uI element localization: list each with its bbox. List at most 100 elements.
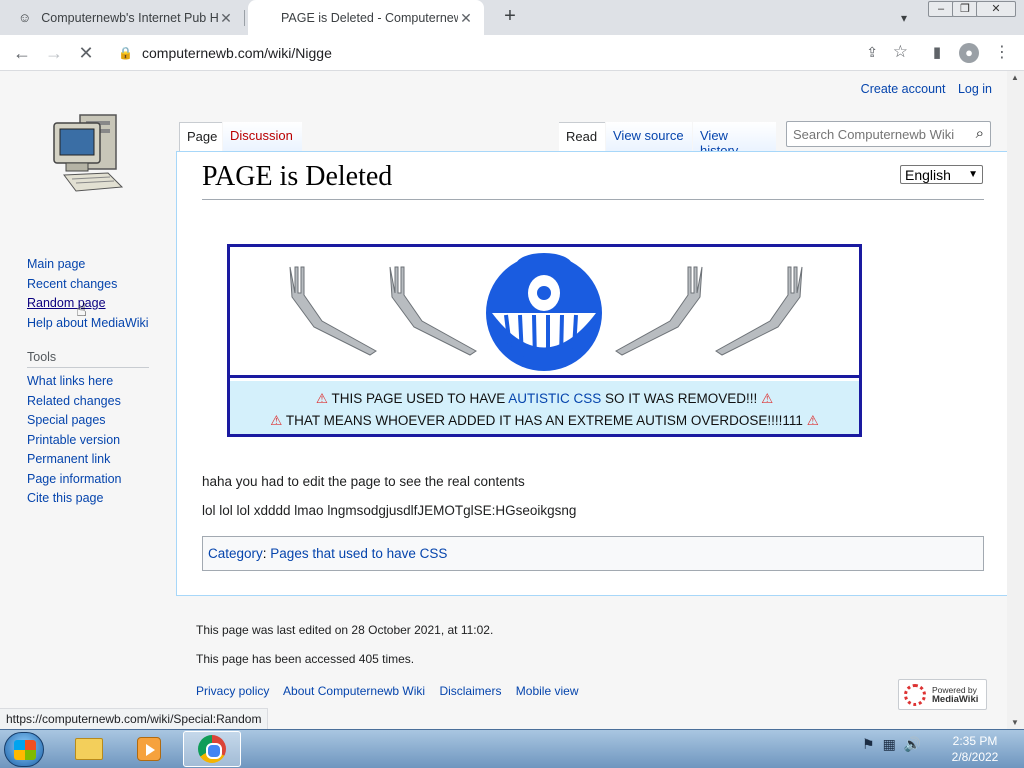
tools-heading: Tools [27,350,149,368]
new-tab-button[interactable]: + [498,5,522,29]
footer-about-link[interactable]: About Computernewb Wiki [283,684,425,698]
bookmark-star-icon[interactable]: ☆ [893,42,908,62]
nav-recent-changes[interactable]: Recent changes [27,277,149,297]
volume-icon[interactable]: 🔊 [904,736,921,753]
minimize-button[interactable]: – [928,1,954,17]
back-arrow-icon[interactable]: ← [10,41,34,65]
language-value: English [905,166,951,183]
footer-disclaimers-link[interactable]: Disclaimers [439,684,501,698]
tab-title: Computernewb's Internet Pub Hu [41,10,218,25]
fork-icon [715,266,803,356]
chrome-icon [198,735,226,763]
create-account-link[interactable]: Create account [861,82,946,96]
close-tab-icon[interactable]: ✕ [458,10,474,26]
fork-icon [289,266,377,356]
content-paragraph: haha you had to edit the page to see the… [202,474,525,489]
side-panel-icon[interactable]: ▮ [925,41,949,65]
warning-icon: ⚠ [761,391,774,406]
tools-printable-version[interactable]: Printable version [27,433,122,453]
category-label-link[interactable]: Category [208,546,263,561]
browser-tab-active[interactable]: PAGE is Deleted - Computernewb ✕ [248,0,484,35]
notice-line-2-text: THAT MEANS WHOEVER ADDED IT HAS AN EXTRE… [285,413,807,428]
wiki-logo[interactable] [50,107,130,197]
footer-privacy-link[interactable]: Privacy policy [196,684,269,698]
vertical-scrollbar[interactable]: ▲ ▼ [1007,71,1024,729]
tools-what-links-here[interactable]: What links here [27,374,122,394]
footer-links: Privacy policy About Computernewb Wiki D… [196,684,590,698]
taskbar-chrome[interactable] [183,731,241,767]
nav-help[interactable]: Help about MediaWiki [27,316,149,336]
fork-icon [389,266,477,356]
share-icon[interactable]: ⇪ [866,44,878,61]
content-paragraph: lol lol lol xdddd lmao lngmsodgjusdlfJEM… [202,503,577,518]
footer-mobile-view-link[interactable]: Mobile view [516,684,579,698]
search-box: ⌕ [786,121,991,147]
close-tab-icon[interactable]: ✕ [218,10,234,26]
powered-text: Powered by MediaWiki [932,685,978,704]
stop-loading-icon[interactable]: ✕ [74,41,98,65]
address-bar[interactable]: 🔒 computernewb.com/wiki/Nigge ⇪ ☆ [108,38,918,68]
tools-portlet: What links here Related changes Special … [27,374,122,511]
tools-cite-this-page[interactable]: Cite this page [27,491,122,511]
tools-permanent-link[interactable]: Permanent link [27,452,122,472]
personal-tools: Create account Log in [852,82,992,96]
tab-title: PAGE is Deleted - Computernewb [281,10,458,25]
browser-toolbar: ← → ✕ 🔒 computernewb.com/wiki/Nigge ⇪ ☆ … [0,35,1024,71]
navigation-portlet: Main page Recent changes Random page Hel… [27,257,149,335]
tab-strip: ☺ Computernewb's Internet Pub Hu ✕ PAGE … [0,0,1024,35]
forward-arrow-icon[interactable]: → [42,41,66,65]
category-link[interactable]: Pages that used to have CSS [270,546,447,561]
search-input[interactable] [793,127,963,142]
tools-special-pages[interactable]: Special pages [27,413,122,433]
notice-text: ⚠ THIS PAGE USED TO HAVE AUTISTIC CSS SO… [230,381,859,434]
language-select[interactable]: English ▼ [900,165,983,184]
profile-avatar-icon[interactable]: ● [957,41,981,65]
tab-separator [244,10,245,26]
autistic-css-link[interactable]: AUTISTIC CSS [508,391,601,406]
status-bubble: https://computernewb.com/wiki/Special:Ra… [0,708,269,729]
scroll-up-icon[interactable]: ▲ [1011,73,1019,82]
start-button[interactable] [4,732,44,767]
notice-line-2: ⚠ THAT MEANS WHOEVER ADDED IT HAS AN EXT… [230,410,859,432]
warning-icon: ⚠ [270,413,283,428]
category-links: Category: Pages that used to have CSS [202,536,984,571]
folder-icon [75,738,103,760]
log-in-link[interactable]: Log in [958,82,992,96]
tab-page[interactable]: Page [179,122,222,152]
tab-discussion[interactable]: Discussion [223,122,302,152]
footer-view-count: This page has been accessed 405 times. [196,652,415,666]
tab-read[interactable]: Read [559,122,605,152]
fork-icon [615,266,703,356]
page-title: PAGE is Deleted [202,161,393,192]
warning-icon: ⚠ [315,391,328,406]
windows-logo-icon [14,740,36,760]
url-text[interactable]: computernewb.com/wiki/Nigge [142,45,332,61]
tools-related-changes[interactable]: Related changes [27,394,122,414]
chevron-down-icon: ▼ [968,169,978,180]
nav-main-page[interactable]: Main page [27,257,149,277]
tab-view-history[interactable]: View history [693,122,776,158]
hand-cursor-icon: ☝ [76,300,87,320]
tab-view-source[interactable]: View source [606,122,692,152]
browser-tab-pub-hub[interactable]: ☺ Computernewb's Internet Pub Hu ✕ [8,0,244,35]
media-player-icon [137,737,161,761]
lock-icon[interactable]: 🔒 [118,46,134,60]
clock[interactable]: 2:35 PM 2/8/2022 [930,733,1020,765]
notice-line-1-start: THIS PAGE USED TO HAVE [331,391,509,406]
close-window-button[interactable]: ✕ [976,1,1016,17]
search-icon[interactable]: ⌕ [976,125,984,142]
menu-kebab-icon[interactable]: ⋮ [990,41,1014,65]
scroll-down-icon[interactable]: ▼ [1011,718,1019,727]
taskbar-media-player[interactable] [120,731,178,767]
grinning-face-icon [486,253,602,371]
notice-line-1-end: SO IT WAS REMOVED!!! [601,391,762,406]
powered-by-mediawiki-badge[interactable]: Powered by MediaWiki [898,679,987,710]
taskbar-explorer[interactable] [60,731,118,767]
nav-random-page[interactable]: Random page [27,296,149,316]
restore-button[interactable]: ❐ [952,1,978,17]
tools-page-information[interactable]: Page information [27,472,122,492]
windows-taskbar: ⚑ ▦ 🔊 2:35 PM 2/8/2022 [0,729,1024,768]
chevron-down-icon[interactable]: ▾ [894,8,914,28]
action-center-flag-icon[interactable]: ⚑ [862,736,875,753]
network-icon[interactable]: ▦ [883,736,896,753]
